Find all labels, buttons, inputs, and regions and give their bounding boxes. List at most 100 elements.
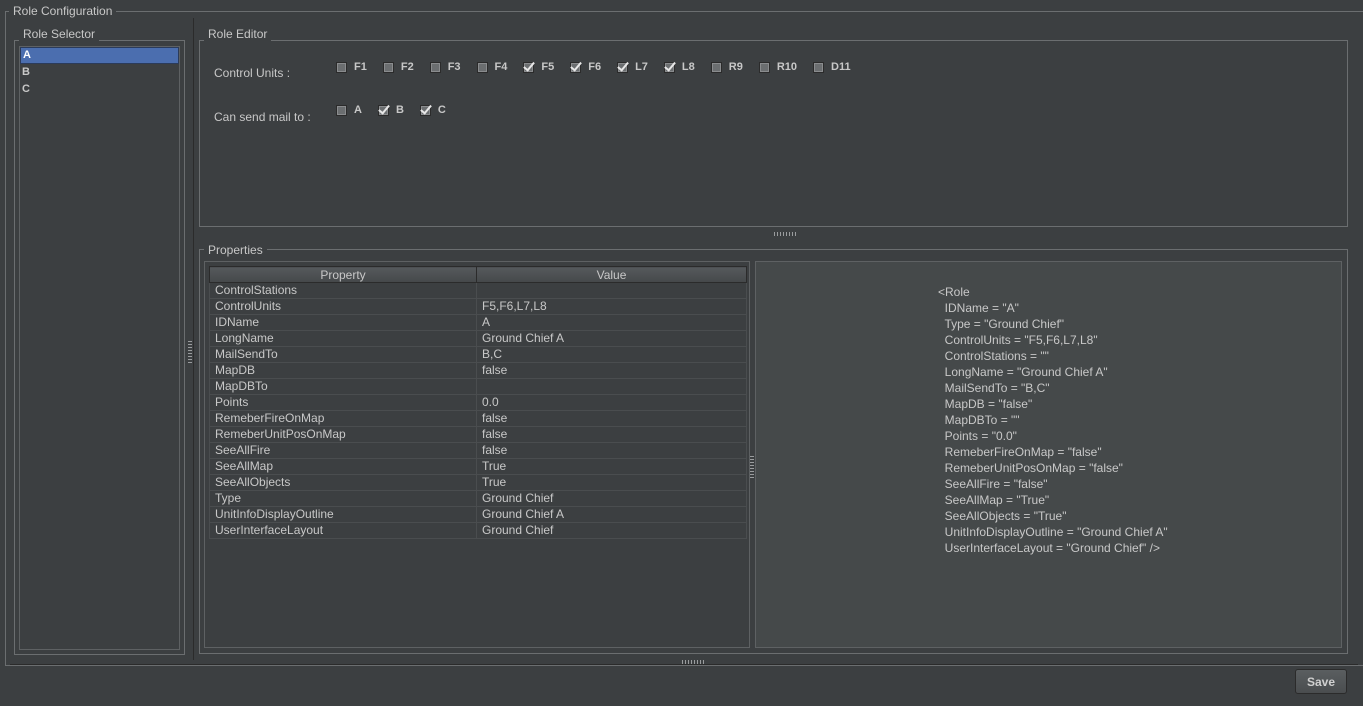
role-list-item[interactable]: C	[20, 81, 179, 98]
control-unit-checkbox-l7[interactable]: L7	[617, 61, 648, 73]
checkbox-box[interactable]	[710, 61, 722, 73]
value-cell[interactable]: false	[476, 426, 747, 443]
value-cell[interactable]: Ground Chief A	[476, 330, 747, 347]
value-cell[interactable]	[476, 378, 747, 395]
checkbox-label: L8	[681, 61, 695, 73]
checkbox-label: F3	[447, 61, 461, 73]
role-list[interactable]: ABC	[19, 46, 180, 650]
value-cell[interactable]: Ground Chief	[476, 522, 747, 539]
mail-target-checkbox-b[interactable]: B	[377, 104, 404, 116]
table-row[interactable]: SeeAllMap True	[209, 458, 747, 475]
value-cell[interactable]: True	[476, 458, 747, 475]
value-cell[interactable]: True	[476, 474, 747, 491]
checkbox-box[interactable]	[758, 61, 770, 73]
property-cell[interactable]: SeeAllObjects	[209, 474, 477, 491]
checkbox-label: C	[437, 104, 446, 116]
properties-table-panel: Property Value ControlStations ControlUni…	[204, 261, 750, 648]
property-cell[interactable]: UnitInfoDisplayOutline	[209, 506, 477, 523]
control-unit-checkbox-f2[interactable]: F2	[382, 61, 414, 73]
control-unit-checkbox-d11[interactable]: D11	[813, 61, 851, 73]
role-list-item[interactable]: A	[20, 47, 179, 64]
value-cell[interactable]: Ground Chief A	[476, 506, 747, 523]
table-row[interactable]: MapDB false	[209, 362, 747, 379]
role-editor-title: Role Editor	[204, 27, 272, 41]
table-row[interactable]: RemeberUnitPosOnMap false	[209, 426, 747, 443]
property-cell[interactable]: LongName	[209, 330, 477, 347]
checkbox-box[interactable]	[419, 104, 431, 116]
control-unit-checkbox-r10[interactable]: R10	[758, 61, 797, 73]
property-cell[interactable]: MapDB	[209, 362, 477, 379]
role-list-item[interactable]: B	[20, 64, 179, 81]
property-cell[interactable]: RemeberUnitPosOnMap	[209, 426, 477, 443]
property-cell[interactable]: MapDBTo	[209, 378, 477, 395]
mail-target-checkbox-a[interactable]: A	[336, 104, 362, 116]
value-cell[interactable]: 0.0	[476, 394, 747, 411]
checkbox-label: F1	[354, 61, 367, 73]
value-cell[interactable]: F5,F6,L7,L8	[476, 298, 747, 315]
checkbox-box[interactable]	[429, 61, 441, 73]
checkbox-box[interactable]	[663, 61, 675, 73]
checkbox-label: B	[395, 104, 404, 116]
property-cell[interactable]: IDName	[209, 314, 477, 331]
value-cell[interactable]: false	[476, 442, 747, 459]
value-cell[interactable]: A	[476, 314, 747, 331]
property-cell[interactable]: SeeAllMap	[209, 458, 477, 475]
value-cell[interactable]: false	[476, 362, 747, 379]
table-row[interactable]: Type Ground Chief	[209, 490, 747, 507]
can-send-mail-label: Can send mail to :	[214, 110, 311, 124]
table-row[interactable]: ControlStations	[209, 282, 747, 299]
property-cell[interactable]: RemeberFireOnMap	[209, 410, 477, 427]
table-row[interactable]: Points 0.0	[209, 394, 747, 411]
value-cell[interactable]: B,C	[476, 346, 747, 363]
property-column-header[interactable]: Property	[209, 266, 477, 283]
save-button[interactable]: Save	[1295, 669, 1347, 694]
properties-splitter-handle[interactable]	[750, 456, 754, 478]
checkbox-box[interactable]	[336, 104, 347, 116]
checkbox-box[interactable]	[377, 104, 389, 116]
editor-properties-splitter-handle[interactable]	[774, 232, 796, 236]
bottom-splitter-handle[interactable]	[682, 660, 704, 664]
table-row[interactable]: UnitInfoDisplayOutline Ground Chief A	[209, 506, 747, 523]
value-cell[interactable]: Ground Chief	[476, 490, 747, 507]
table-row[interactable]: SeeAllFire false	[209, 442, 747, 459]
control-unit-checkbox-f3[interactable]: F3	[429, 61, 461, 73]
checkbox-box[interactable]	[382, 61, 394, 73]
main-splitter-handle[interactable]	[188, 341, 192, 363]
value-cell[interactable]	[476, 282, 747, 299]
property-cell[interactable]: SeeAllFire	[209, 442, 477, 459]
control-unit-checkbox-f1[interactable]: F1	[336, 61, 367, 73]
control-unit-checkbox-f5[interactable]: F5	[523, 61, 554, 73]
checkbox-box[interactable]	[523, 61, 535, 73]
table-row[interactable]: RemeberFireOnMap false	[209, 410, 747, 427]
property-cell[interactable]: MailSendTo	[209, 346, 477, 363]
checkbox-box[interactable]	[336, 61, 347, 73]
property-cell[interactable]: UserInterfaceLayout	[209, 522, 477, 539]
checkbox-box[interactable]	[570, 61, 582, 73]
control-unit-checkbox-f4[interactable]: F4	[476, 61, 508, 73]
checkbox-label: F6	[588, 61, 602, 73]
mail-target-checkbox-c[interactable]: C	[419, 104, 446, 116]
property-cell[interactable]: ControlStations	[209, 282, 477, 299]
table-row[interactable]: MailSendTo B,C	[209, 346, 747, 363]
value-column-header[interactable]: Value	[476, 266, 747, 283]
table-row[interactable]: ControlUnits F5,F6,L7,L8	[209, 298, 747, 315]
checkbox-label: F4	[494, 61, 508, 73]
properties-table: Property Value ControlStations ControlUni…	[209, 266, 747, 539]
property-cell[interactable]: Type	[209, 490, 477, 507]
control-unit-checkbox-l8[interactable]: L8	[663, 61, 695, 73]
table-row[interactable]: SeeAllObjects True	[209, 474, 747, 491]
main-splitter-line	[193, 18, 194, 660]
value-cell[interactable]: false	[476, 410, 747, 427]
checkbox-box[interactable]	[617, 61, 629, 73]
property-cell[interactable]: Points	[209, 394, 477, 411]
checkbox-box[interactable]	[813, 61, 824, 73]
checkbox-box[interactable]	[476, 61, 488, 73]
table-row[interactable]: IDName A	[209, 314, 747, 331]
role-configuration-title: Role Configuration	[9, 4, 117, 18]
table-row[interactable]: LongName Ground Chief A	[209, 330, 747, 347]
control-unit-checkbox-r9[interactable]: R9	[710, 61, 743, 73]
property-cell[interactable]: ControlUnits	[209, 298, 477, 315]
table-row[interactable]: MapDBTo	[209, 378, 747, 395]
table-row[interactable]: UserInterfaceLayout Ground Chief	[209, 522, 747, 539]
control-unit-checkbox-f6[interactable]: F6	[570, 61, 601, 73]
